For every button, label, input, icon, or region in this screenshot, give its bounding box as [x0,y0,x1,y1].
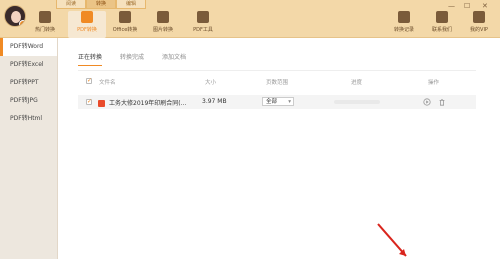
table-header: 文件名 大小 页数范围 进度 操作 [78,75,476,89]
sidebar-item-pdf-to-word[interactable]: PDF转Word [0,38,57,56]
image-icon [157,11,169,23]
tab-add-document[interactable]: 添加文档 [162,52,186,66]
mode-tab-edit[interactable]: 编辑 [116,0,146,9]
minimize-button[interactable]: — [448,2,455,10]
main-panel: 正在转换 转换完成 添加文档 文件名 大小 页数范围 进度 操作 工务大修201… [58,38,500,259]
check-icon [86,77,92,84]
table-row: 工务大修2019年印刷合同(... 3.97 MB 全部 ▾ [78,95,476,109]
annotation-arrow-icon [377,223,407,257]
chevron-down-icon: ▾ [288,99,291,105]
tab-converted[interactable]: 转换完成 [120,52,144,66]
page-range-select[interactable]: 全部 ▾ [262,97,294,106]
tool-pdf-tools[interactable]: PDF工具 [184,11,222,38]
pdf-convert-icon [81,11,93,23]
conversion-progress-bar [334,100,380,104]
support-icon [436,11,448,23]
crown-icon [473,11,485,23]
play-circle-icon [423,98,431,106]
tool-image-convert-label: 图片转换 [152,27,173,33]
trash-icon [439,99,445,106]
close-button[interactable]: ✕ [482,2,488,10]
sidebar-item-pdf-to-excel[interactable]: PDF转Excel [0,56,57,74]
user-avatar[interactable] [4,5,26,27]
tool-pdf-tools-label: PDF工具 [193,27,213,33]
row-size: 3.97 MB [202,98,227,105]
tool-office-convert-label: Office转换 [112,27,138,33]
tool-image-convert[interactable]: 图片转换 [144,11,182,38]
page-range-value: 全部 [266,99,278,105]
sidebar-item-pdf-to-html[interactable]: PDF转Html [0,110,57,128]
maximize-button[interactable]: ☐ [464,2,470,10]
tool-vip-label: 我的VIP [470,27,488,33]
delete-button[interactable] [438,98,446,108]
briefcase-icon [197,11,209,23]
tool-office-convert[interactable]: Office转换 [106,11,144,38]
tool-history-label: 转换记录 [393,27,414,33]
tool-history[interactable]: 转换记录 [385,11,423,38]
row-filename-text: 工务大修2019年印刷合同(... [109,100,187,107]
mode-tab-read[interactable]: 阅读 [56,0,86,9]
mode-tab-convert[interactable]: 转换 [86,0,116,9]
row-filename: 工务大修2019年印刷合同(... [98,98,202,107]
top-toolbar: 阅读 转换 编辑 热门转换 PDF转换 Office转换 图片转换 PDF工具 … [0,0,500,38]
check-icon [86,98,92,105]
history-icon [398,11,410,23]
tool-contact-label: 联系我们 [431,27,452,33]
avatar-badge [19,20,25,26]
star-icon [39,11,51,23]
tool-contact[interactable]: 联系我们 [423,11,461,38]
tool-pdf-convert[interactable]: PDF转换 [68,11,106,38]
row-checkbox[interactable] [86,98,92,105]
sidebar-item-pdf-to-ppt[interactable]: PDF转PPT [0,74,57,92]
header-actions: 操作 [428,80,440,86]
pdf-file-icon [98,100,105,107]
sidebar-item-pdf-to-jpg[interactable]: PDF转JPG [0,92,57,110]
header-page-range: 页数范围 [266,80,289,86]
select-all-checkbox[interactable] [86,77,92,85]
subtabs-divider [78,70,476,71]
tool-pdf-convert-label: PDF转换 [77,27,97,33]
top-mode-tabs: 阅读 转换 编辑 [56,0,146,9]
header-filename: 文件名 [99,80,116,86]
office-icon [119,11,131,23]
tab-converting[interactable]: 正在转换 [78,52,103,66]
header-size: 大小 [205,80,217,86]
play-button[interactable] [423,98,431,108]
tool-vip[interactable]: 我的VIP [460,11,498,38]
convert-subtabs: 正在转换 转换完成 添加文档 [78,52,186,66]
sidebar: PDF转Word PDF转Excel PDF转PPT PDF转JPG PDF转H… [0,38,58,259]
header-progress: 进度 [351,80,363,86]
tool-hot-convert-label: 热门转换 [34,27,55,33]
tool-hot-convert[interactable]: 热门转换 [26,11,64,38]
